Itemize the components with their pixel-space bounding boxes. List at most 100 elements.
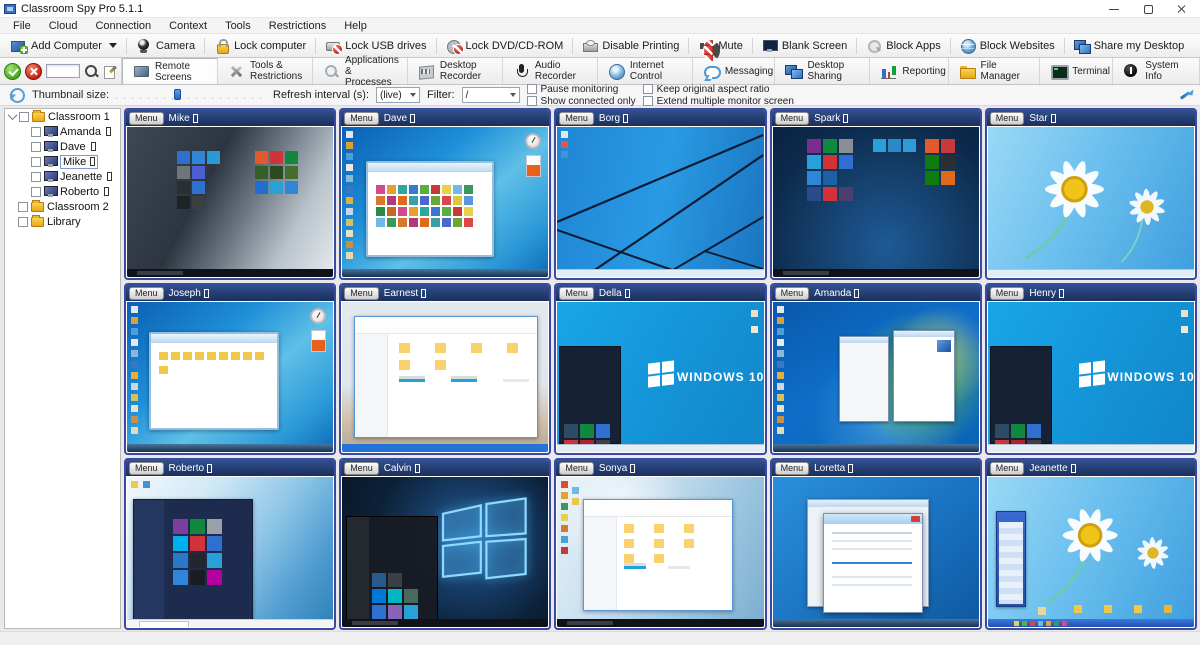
maximize-icon[interactable] <box>1142 3 1154 15</box>
computer-tile-mike[interactable]: Menu Mike <box>124 108 337 280</box>
tile-menu-button[interactable]: Menu <box>129 461 164 475</box>
checkbox[interactable] <box>31 126 41 137</box>
tile-menu-button[interactable]: Menu <box>774 286 810 300</box>
refresh-interval-select[interactable]: (live) <box>376 87 421 103</box>
checkbox[interactable] <box>31 156 41 167</box>
search-input[interactable] <box>46 64 80 78</box>
close-icon[interactable] <box>1176 3 1188 15</box>
computer-tile-spark[interactable]: Menu Spark <box>769 108 982 280</box>
checkbox[interactable] <box>31 141 41 152</box>
tab-applications-processes[interactable]: Applications & Processes <box>312 55 408 88</box>
tile-menu-button[interactable]: Menu <box>129 286 164 300</box>
show-connected-only-option[interactable]: Show connected only <box>526 96 636 107</box>
minimize-icon[interactable] <box>1108 3 1120 15</box>
computer-tile-sonya[interactable]: Menu Sonya <box>554 458 767 630</box>
tab-desktop-sharing[interactable]: Desktop Sharing <box>775 58 871 84</box>
add-computer-button[interactable]: Add Computer <box>4 37 124 55</box>
tile-menu-button[interactable]: Menu <box>344 286 379 300</box>
tree-item-jeanette[interactable]: Jeanette <box>5 169 120 184</box>
expand-view-icon[interactable] <box>1178 87 1194 103</box>
pause-monitoring-option[interactable]: Pause monitoring <box>526 84 636 95</box>
checkbox[interactable] <box>31 171 41 182</box>
tile-menu-button[interactable]: Menu <box>129 111 164 125</box>
remote-screen[interactable] <box>772 127 979 277</box>
tab-messaging[interactable]: Messaging <box>692 58 776 84</box>
checkbox[interactable] <box>642 84 653 94</box>
edit-icon[interactable] <box>103 64 118 79</box>
block-websites-button[interactable]: Block Websites <box>953 37 1062 55</box>
tree-item-classroom-1[interactable]: Classroom 1 <box>5 109 120 124</box>
tab-terminal[interactable]: Terminal <box>1040 58 1114 84</box>
menu-file[interactable]: File <box>4 20 40 32</box>
tab-desktop-recorder[interactable]: Desktop Recorder <box>407 58 503 84</box>
remote-screen[interactable] <box>127 127 334 277</box>
remote-screen[interactable] <box>127 477 334 627</box>
lock-dvd-button[interactable]: Lock DVD/CD-ROM <box>439 37 571 55</box>
tile-menu-button[interactable]: Menu <box>774 461 810 475</box>
tile-menu-button[interactable]: Menu <box>559 286 594 300</box>
checkbox[interactable] <box>31 186 41 197</box>
remote-screen[interactable]: WINDOWS 10 <box>557 302 764 452</box>
tab-remote-screens[interactable]: Remote Screens <box>122 58 218 84</box>
checkbox[interactable] <box>526 96 537 106</box>
computer-tile-roberto[interactable]: Menu Roberto <box>124 458 337 630</box>
remote-screen[interactable] <box>557 477 764 627</box>
remote-screen[interactable] <box>342 477 549 627</box>
remote-screen[interactable] <box>987 477 1194 627</box>
computer-tile-dave[interactable]: Menu Dave <box>339 108 552 280</box>
tile-menu-button[interactable]: Menu <box>344 461 379 475</box>
menu-context[interactable]: Context <box>160 20 216 32</box>
chevron-down-icon[interactable] <box>7 110 18 121</box>
refresh-icon[interactable] <box>10 87 25 103</box>
tree-item-classroom-2[interactable]: Classroom 2 <box>5 199 120 214</box>
tile-menu-button[interactable]: Menu <box>774 111 810 125</box>
blank-screen-button[interactable]: Blank Screen <box>755 37 854 55</box>
tile-menu-button[interactable]: Menu <box>344 111 379 125</box>
computer-tile-earnest[interactable]: Menu Earnest <box>339 283 552 455</box>
tab-tools-restrictions[interactable]: Tools & Restrictions <box>217 58 313 84</box>
tab-internet-control[interactable]: Internet Control <box>597 58 693 84</box>
menu-connection[interactable]: Connection <box>86 20 160 32</box>
camera-button[interactable]: Camera <box>129 37 202 55</box>
tab-system-info[interactable]: System Info <box>1113 58 1200 84</box>
extend-monitor-option[interactable]: Extend multiple monitor screen <box>642 96 794 107</box>
tab-audio-recorder[interactable]: Audio Recorder <box>502 58 598 84</box>
remote-screen[interactable]: WINDOWS 10 <box>987 302 1194 452</box>
computer-tile-della[interactable]: Menu Della WINDOWS 10 <box>554 283 767 455</box>
checkbox[interactable] <box>526 84 537 94</box>
checkbox[interactable] <box>19 111 29 122</box>
menu-help[interactable]: Help <box>335 20 376 32</box>
tree-item-roberto[interactable]: Roberto <box>5 184 120 199</box>
remote-screen[interactable] <box>342 302 549 452</box>
lock-usb-button[interactable]: Lock USB drives <box>318 37 433 55</box>
connect-button[interactable] <box>4 62 21 80</box>
tree-item-library[interactable]: Library <box>5 214 120 229</box>
tile-menu-button[interactable]: Menu <box>559 461 594 475</box>
menu-restrictions[interactable]: Restrictions <box>260 20 335 32</box>
checkbox[interactable] <box>18 216 28 227</box>
computer-tile-jeanette[interactable]: Menu Jeanette <box>984 458 1197 630</box>
keep-aspect-ratio-option[interactable]: Keep original aspect ratio <box>642 84 794 95</box>
filter-select[interactable]: / <box>461 87 520 103</box>
tree-item-dave[interactable]: Dave <box>5 139 120 154</box>
tab-reporting[interactable]: Reporting <box>870 58 949 84</box>
tree-item-amanda[interactable]: Amanda <box>5 124 120 139</box>
share-desktop-button[interactable]: Share my Desktop <box>1067 37 1191 55</box>
checkbox[interactable] <box>18 201 28 212</box>
computer-tile-borg[interactable]: Menu Borg <box>554 108 767 280</box>
remote-screen[interactable] <box>557 127 764 277</box>
block-apps-button[interactable]: Block Apps <box>859 37 947 55</box>
disable-printing-button[interactable]: Disable Printing <box>575 37 686 55</box>
tile-menu-button[interactable]: Menu <box>989 461 1025 475</box>
tile-menu-button[interactable]: Menu <box>559 111 594 125</box>
lock-computer-button[interactable]: Lock computer <box>207 37 313 55</box>
menu-tools[interactable]: Tools <box>216 20 260 32</box>
tree-item-mike-selected[interactable]: Mike <box>5 154 120 169</box>
menu-cloud[interactable]: Cloud <box>40 20 87 32</box>
computer-tile-loretta[interactable]: Menu Loretta <box>769 458 982 630</box>
slider-thumb[interactable] <box>174 89 182 100</box>
remote-screen[interactable] <box>127 302 334 452</box>
computer-tile-henry[interactable]: Menu Henry WINDOWS 10 <box>984 283 1197 455</box>
computer-tile-amanda[interactable]: Menu Amanda <box>769 283 982 455</box>
tab-file-manager[interactable]: File Manager <box>948 58 1041 84</box>
